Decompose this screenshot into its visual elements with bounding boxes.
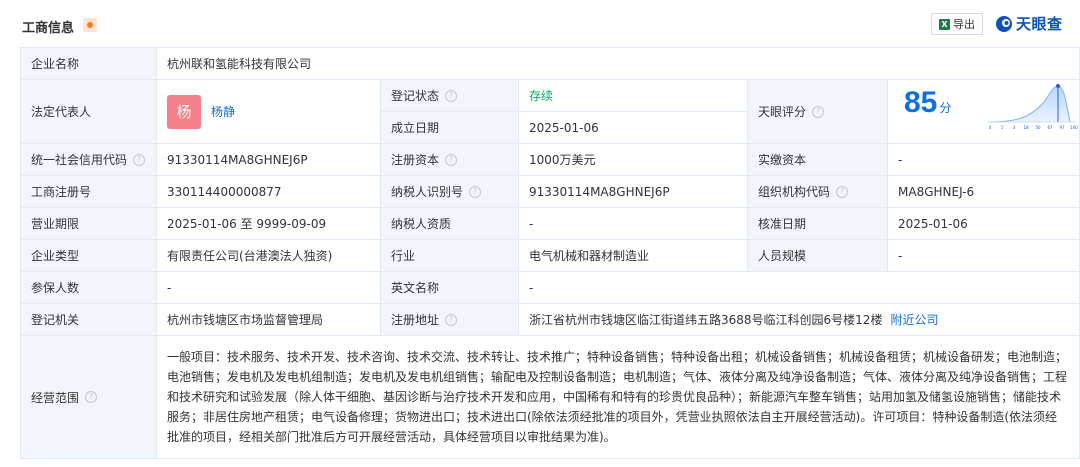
excel-icon: X bbox=[939, 18, 950, 30]
value-industry: 电气机械和器材制造业 bbox=[518, 239, 748, 272]
value-taxpayer-id: 91330114MA8GHNEJ6P bbox=[518, 175, 748, 208]
score-axis-tick-label: 67 bbox=[1047, 125, 1053, 130]
label-taxpayer-qual: 纳税人资质 bbox=[380, 207, 519, 240]
export-button[interactable]: X 导出 bbox=[931, 13, 983, 35]
label-insured: 参保人数 bbox=[20, 271, 157, 304]
label-authority: 登记机关 bbox=[20, 303, 157, 336]
label-reg-capital-text: 注册资本 bbox=[391, 153, 440, 167]
value-type: 有限责任公司(台港澳法人独资) bbox=[156, 239, 381, 272]
address-text: 浙江省杭州市钱塘区临江街道纬五路3688号临江科创园6号楼12楼 bbox=[529, 313, 883, 327]
label-industry: 行业 bbox=[380, 239, 519, 272]
label-term: 营业期限 bbox=[20, 207, 157, 240]
score-axis-tick-label: 50 bbox=[1035, 125, 1041, 130]
label-paid-capital: 实缴资本 bbox=[747, 143, 888, 176]
value-insured: - bbox=[156, 271, 381, 304]
score-axis-labels: 0 1 3 18 50 67 97 100 bbox=[989, 125, 1078, 130]
score-marker-dot bbox=[1056, 84, 1060, 88]
label-reg-status-text: 登记状态 bbox=[391, 89, 440, 103]
value-scope: 一般项目：技术服务、技术开发、技术咨询、技术交流、技术转让、技术推广；特种设备销… bbox=[156, 335, 1080, 459]
value-company-name: 杭州联和氢能科技有限公司 bbox=[156, 47, 1080, 80]
label-english-name: 英文名称 bbox=[380, 271, 519, 304]
question-circle-icon[interactable]: ? bbox=[133, 153, 146, 166]
avatar: 杨 bbox=[167, 94, 201, 129]
value-score[interactable]: 85 分 0 1 3 18 50 67 97 100 bbox=[887, 79, 1080, 144]
label-staff: 人员规模 bbox=[747, 239, 888, 272]
score-axis-tick-label: 18 bbox=[1023, 125, 1029, 130]
value-reg-status: 存续 bbox=[518, 79, 748, 112]
nearby-companies-link[interactable]: 附近公司 bbox=[890, 311, 938, 328]
score-axis-tick-label: 97 bbox=[1059, 125, 1065, 130]
label-reg-status: 登记状态 ? bbox=[380, 79, 519, 112]
score-axis-tick-label: 0 bbox=[989, 125, 992, 130]
score-number: 85 bbox=[904, 86, 938, 119]
label-approve-date: 核准日期 bbox=[747, 207, 888, 240]
score-unit: 分 bbox=[939, 101, 952, 115]
label-credit-code: 统一社会信用代码 ? bbox=[20, 143, 157, 176]
label-taxpayer-id-text: 纳税人识别号 bbox=[391, 185, 464, 199]
tianyancha-logo-icon bbox=[996, 15, 1012, 32]
value-authority: 杭州市钱塘区市场监督管理局 bbox=[156, 303, 381, 336]
value-approve-date: 2025-01-06 bbox=[887, 207, 1080, 240]
score-axis-tick-label: 100 bbox=[1070, 125, 1078, 130]
question-circle-icon[interactable]: ? bbox=[469, 185, 482, 198]
company-info-panel: 工商信息 X 导出 天眼查 企业名称 杭州联和氢能科技有限公司 法定代表人 杨 … bbox=[0, 0, 1080, 467]
label-address: 注册地址 ? bbox=[380, 303, 519, 336]
score-axis-tick-label: 1 bbox=[1001, 125, 1004, 130]
section-title: 工商信息 bbox=[22, 21, 75, 36]
label-type: 企业类型 bbox=[20, 239, 157, 272]
question-circle-icon[interactable]: ? bbox=[445, 153, 458, 166]
label-org-code-text: 组织机构代码 bbox=[758, 185, 831, 199]
legal-rep-name-link[interactable]: 杨静 bbox=[211, 103, 235, 120]
score-axis-tick-label: 3 bbox=[1013, 125, 1016, 130]
score-display: 85 分 bbox=[904, 86, 951, 120]
label-score-text: 天眼评分 bbox=[758, 105, 807, 119]
value-credit-code: 91330114MA8GHNEJ6P bbox=[156, 143, 381, 176]
export-label: 导出 bbox=[953, 18, 975, 31]
value-reg-no: 330114400000877 bbox=[156, 175, 381, 208]
label-scope-text: 经营范围 bbox=[31, 390, 80, 405]
value-term: 2025-01-06 至 9999-09-09 bbox=[156, 207, 381, 240]
value-org-code: MA8GHNEJ-6 bbox=[887, 175, 1080, 208]
question-circle-icon[interactable]: ? bbox=[445, 313, 458, 326]
score-distribution-chart: 0 1 3 18 50 67 97 100 bbox=[987, 84, 1078, 130]
brand-logo: 天眼查 bbox=[995, 13, 1063, 34]
label-founded: 成立日期 bbox=[380, 111, 519, 144]
question-circle-icon[interactable]: ? bbox=[85, 391, 98, 403]
label-address-text: 注册地址 bbox=[391, 313, 440, 327]
question-circle-icon[interactable]: ? bbox=[445, 89, 458, 102]
section-header: 工商信息 X 导出 天眼查 bbox=[0, 0, 1080, 44]
label-legal-rep: 法定代表人 bbox=[20, 79, 157, 144]
orange-dot-icon bbox=[83, 18, 97, 32]
label-credit-code-text: 统一社会信用代码 bbox=[31, 153, 128, 167]
value-reg-capital: 1000万美元 bbox=[518, 143, 748, 176]
value-taxpayer-qual: - bbox=[518, 207, 748, 240]
value-paid-capital: - bbox=[887, 143, 1080, 176]
label-company-name: 企业名称 bbox=[20, 47, 157, 80]
brand-text: 天眼查 bbox=[1016, 15, 1063, 33]
question-circle-icon[interactable]: ? bbox=[836, 185, 849, 198]
label-taxpayer-id: 纳税人识别号 ? bbox=[380, 175, 519, 208]
label-score: 天眼评分 ? bbox=[747, 79, 888, 144]
value-staff: - bbox=[887, 239, 1080, 272]
label-reg-no: 工商注册号 bbox=[20, 175, 157, 208]
label-scope: 经营范围 ? bbox=[20, 335, 157, 459]
value-founded: 2025-01-06 bbox=[518, 111, 748, 144]
question-circle-icon[interactable]: ? bbox=[812, 105, 825, 118]
value-legal-rep: 杨 杨静 bbox=[156, 79, 381, 144]
value-address: 浙江省杭州市钱塘区临江街道纬五路3688号临江科创园6号楼12楼 附近公司 bbox=[518, 303, 1080, 336]
label-reg-capital: 注册资本 ? bbox=[380, 143, 519, 176]
label-org-code: 组织机构代码 ? bbox=[747, 175, 888, 208]
value-english-name: - bbox=[518, 271, 1080, 304]
